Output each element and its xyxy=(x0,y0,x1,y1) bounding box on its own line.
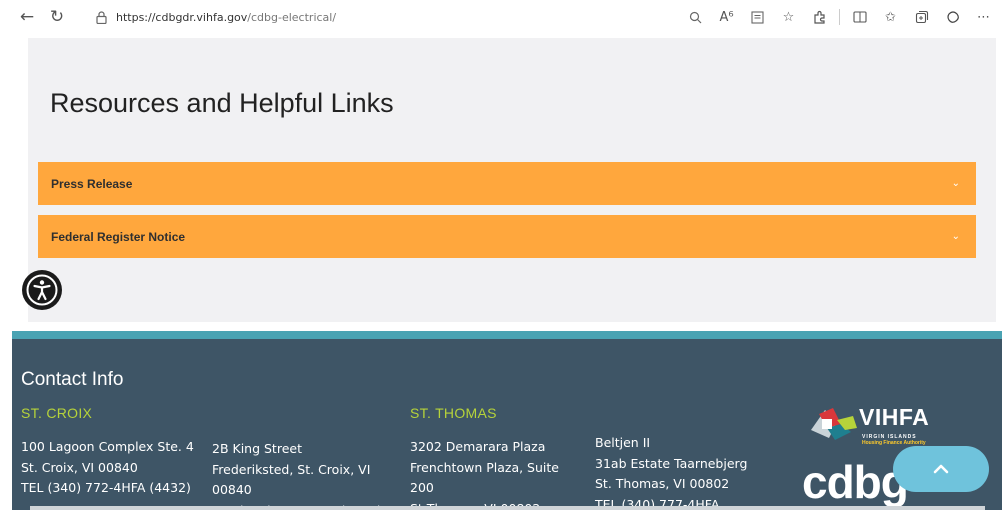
address-line: Frenchtown Plaza, Suite xyxy=(410,459,559,475)
address-bar[interactable]: https://cdbgdr.vihfa.gov/cdbg-electrical… xyxy=(116,11,336,24)
copilot-icon[interactable] xyxy=(937,2,968,32)
favorite-star-icon[interactable]: ☆ xyxy=(773,2,804,32)
page-title: Resources and Helpful Links xyxy=(50,88,394,118)
address-beltjen: Beltjen II 31ab Estate Taarnebjerg St. T… xyxy=(595,433,747,510)
region-st-croix: ST. CROIX xyxy=(21,405,93,421)
zoom-icon[interactable] xyxy=(680,2,711,32)
address-line: 31ab Estate Taarnebjerg xyxy=(595,455,748,471)
toolbar-divider xyxy=(839,9,840,25)
cdbg-logo[interactable]: cdbg xyxy=(802,459,909,505)
site-footer: Contact Info ST. CROIX ST. THOMAS 100 La… xyxy=(12,331,1002,510)
accessibility-icon xyxy=(26,274,58,306)
chevron-down-icon: ⌄ xyxy=(951,231,960,242)
chevron-down-icon: ⌄ xyxy=(951,178,960,189)
extensions-icon[interactable] xyxy=(804,2,835,32)
collections-icon[interactable] xyxy=(906,2,937,32)
address-demarara-plaza: 3202 Demarara Plaza Frenchtown Plaza, Su… xyxy=(410,437,559,510)
resources-section: Resources and Helpful Links Press Releas… xyxy=(28,38,996,322)
vihfa-emblem-icon xyxy=(811,408,857,440)
address-line: 100 Lagoon Complex Ste. 4 xyxy=(21,439,194,454)
favorites-icon[interactable]: ✩ xyxy=(875,2,906,32)
refresh-icon[interactable]: ↻ xyxy=(42,2,72,32)
scroll-to-top-button[interactable] xyxy=(893,446,989,492)
contact-info-heading: Contact Info xyxy=(21,369,124,390)
accessibility-button[interactable] xyxy=(22,270,62,310)
browser-toolbar: ← ↻ https://cdbgdr.vihfa.gov/cdbg-electr… xyxy=(0,0,1005,34)
address-line: 200 xyxy=(410,480,434,495)
address-line: 2B King Street xyxy=(212,441,302,456)
address-line: St. Croix, VI 00840 xyxy=(21,459,138,475)
accordion-label: Federal Register Notice xyxy=(51,229,186,244)
url-host: https://cdbgdr.vihfa.gov xyxy=(116,10,248,24)
address-king-street: 2B King Street Frederiksted, St. Croix, … xyxy=(212,439,382,510)
url-path: /cdbg-electrical/ xyxy=(247,10,337,24)
address-line: Frederiksted, St. Croix, VI xyxy=(212,461,371,477)
address-line: St. Thomas, VI 00802 xyxy=(595,476,730,491)
region-st-thomas: ST. THOMAS xyxy=(410,405,497,421)
chevron-up-icon xyxy=(933,464,949,474)
horizontal-scrollbar[interactable] xyxy=(30,506,985,510)
back-icon[interactable]: ← xyxy=(12,2,42,32)
phone-link[interactable]: TEL (340) 772-4HFA (4432) xyxy=(21,478,194,499)
reader-view-icon[interactable] xyxy=(742,2,773,32)
accordion-federal-register-notice[interactable]: Federal Register Notice ⌄ xyxy=(38,215,976,258)
split-screen-icon[interactable] xyxy=(844,2,875,32)
address-line: Beltjen II xyxy=(595,435,651,450)
accordion-press-release[interactable]: Press Release ⌄ xyxy=(38,162,976,205)
address-line: 00840 xyxy=(212,482,252,497)
more-menu-icon[interactable]: ⋯ xyxy=(968,2,999,32)
address-lagoon-complex: 100 Lagoon Complex Ste. 4 St. Croix, VI … xyxy=(21,437,194,499)
read-aloud-icon[interactable]: A⁶ xyxy=(711,2,742,32)
accordion-label: Press Release xyxy=(51,176,133,191)
lock-icon[interactable] xyxy=(90,10,112,24)
address-line: 3202 Demarara Plaza xyxy=(410,439,546,454)
vihfa-logo-text: VIHFA xyxy=(859,404,930,430)
